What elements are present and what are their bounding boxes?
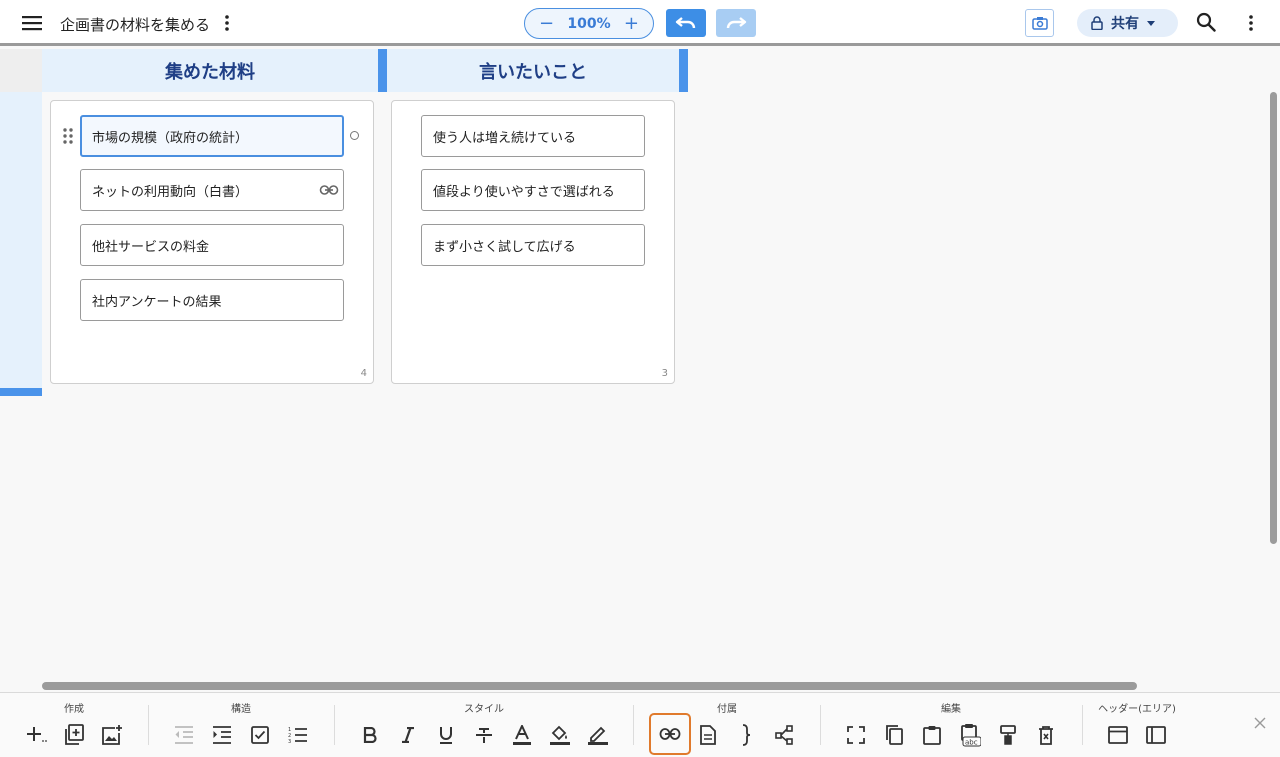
lane-header[interactable]: 言いたいこと — [387, 49, 679, 92]
bottom-toolbar: 作成 構造 スタイル 付属 編集 ヘッダー(エリア) 123 abc — [0, 692, 1280, 757]
card-count: 4 — [360, 368, 367, 379]
group-label-header-area: ヘッダー(エリア) — [1098, 704, 1176, 715]
camera-icon — [1031, 17, 1048, 30]
screenshot-button[interactable] — [1025, 9, 1054, 37]
indent-icon[interactable] — [208, 721, 236, 749]
toolbar-divider — [334, 705, 335, 745]
lock-icon — [1091, 16, 1103, 30]
caret-down-icon — [1147, 20, 1155, 26]
share-button[interactable]: 共有 — [1077, 9, 1178, 37]
bold-icon[interactable] — [356, 721, 384, 749]
text-color-icon[interactable] — [508, 721, 536, 749]
border-color-icon[interactable] — [584, 721, 612, 749]
close-toolbar-icon[interactable] — [1254, 717, 1270, 733]
toolbar-divider — [148, 705, 149, 745]
row-header-icon[interactable] — [1142, 721, 1170, 749]
toolbar-divider — [820, 705, 821, 745]
zoom-level[interactable]: 100% — [567, 16, 610, 32]
add-card-icon[interactable] — [23, 721, 51, 749]
outdent-icon[interactable] — [170, 721, 198, 749]
brace-icon[interactable] — [732, 721, 760, 749]
toolbar-divider — [633, 705, 634, 745]
undo-button[interactable] — [666, 9, 706, 37]
card[interactable]: 使う人は増え続けている — [421, 115, 645, 157]
card-text: まず小さく試して広げる — [433, 239, 576, 255]
drag-handle-icon[interactable] — [63, 128, 73, 144]
group-label-edit: 編集 — [941, 704, 961, 715]
select-all-icon[interactable] — [842, 721, 870, 749]
column-header-icon[interactable] — [1104, 721, 1132, 749]
connector-handle[interactable] — [350, 131, 359, 140]
redo-icon — [726, 17, 747, 29]
card-text: 社内アンケートの結果 — [92, 294, 222, 310]
link-tool-icon[interactable] — [649, 713, 691, 755]
board-title[interactable]: 企画書の材料を集める — [60, 14, 210, 35]
delete-icon[interactable] — [1032, 721, 1060, 749]
checkbox-icon[interactable] — [246, 721, 274, 749]
note-icon[interactable] — [694, 721, 722, 749]
card[interactable]: ネットの利用動向（白書） — [80, 169, 344, 211]
card-text: 他社サービスの料金 — [92, 239, 210, 255]
toolbar-divider — [1082, 705, 1083, 745]
strikethrough-icon[interactable] — [470, 721, 498, 749]
card[interactable]: 社内アンケートの結果 — [80, 279, 344, 321]
numbered-list-icon[interactable]: 123 — [284, 721, 312, 749]
share-label: 共有 — [1111, 16, 1139, 32]
italic-icon[interactable] — [394, 721, 422, 749]
copy-icon[interactable] — [880, 721, 908, 749]
title-more-icon[interactable] — [217, 12, 237, 34]
card[interactable]: 値段より使いやすさで選ばれる — [421, 169, 645, 211]
underline-icon[interactable] — [432, 721, 460, 749]
paste-icon[interactable] — [918, 721, 946, 749]
group-label-style: スタイル — [464, 704, 504, 715]
card-text: 使う人は増え続けている — [433, 130, 577, 146]
lane-resize-handle[interactable] — [378, 49, 387, 92]
undo-icon — [675, 17, 696, 29]
row-header[interactable] — [0, 92, 42, 388]
paste-text-icon[interactable]: abc — [956, 721, 984, 749]
connector-icon[interactable] — [770, 721, 798, 749]
top-bar: 企画書の材料を集める − 100% + 共有 — [0, 0, 1280, 46]
card-text: 市場の規模（政府の統計） — [92, 130, 249, 146]
svg-text:3: 3 — [288, 739, 291, 744]
grid-corner — [0, 49, 42, 92]
svg-text:abc: abc — [965, 739, 978, 747]
group-label-structure: 構造 — [231, 704, 251, 715]
horizontal-scrollbar[interactable] — [42, 682, 1137, 690]
group-label-create: 作成 — [64, 704, 84, 715]
vertical-scrollbar[interactable] — [1270, 92, 1277, 544]
card-text: ネットの利用動向（白書） — [92, 184, 249, 200]
row-resize-handle[interactable] — [0, 388, 42, 396]
card[interactable]: 他社サービスの料金 — [80, 224, 344, 266]
zoom-in-button[interactable]: + — [624, 14, 639, 33]
hamburger-menu-icon[interactable] — [20, 12, 44, 34]
redo-button[interactable] — [716, 9, 756, 37]
lane-resize-handle[interactable] — [679, 49, 688, 92]
link-icon[interactable] — [319, 181, 339, 199]
card[interactable]: まず小さく試して広げる — [421, 224, 645, 266]
group-label-attach: 付属 — [717, 704, 737, 715]
lane-header[interactable]: 集めた材料 — [42, 49, 378, 92]
duplicate-add-icon[interactable] — [60, 721, 88, 749]
zoom-control: − 100% + — [524, 8, 654, 39]
fill-color-icon[interactable] — [546, 721, 574, 749]
card[interactable]: 市場の規模（政府の統計） — [80, 115, 344, 157]
format-painter-icon[interactable] — [994, 721, 1022, 749]
card-text: 値段より使いやすさで選ばれる — [433, 184, 615, 200]
zoom-out-button[interactable]: − — [539, 14, 554, 33]
add-image-icon[interactable] — [98, 721, 126, 749]
search-icon[interactable] — [1196, 12, 1218, 34]
more-options-icon[interactable] — [1241, 12, 1261, 34]
card-count: 3 — [661, 368, 668, 379]
